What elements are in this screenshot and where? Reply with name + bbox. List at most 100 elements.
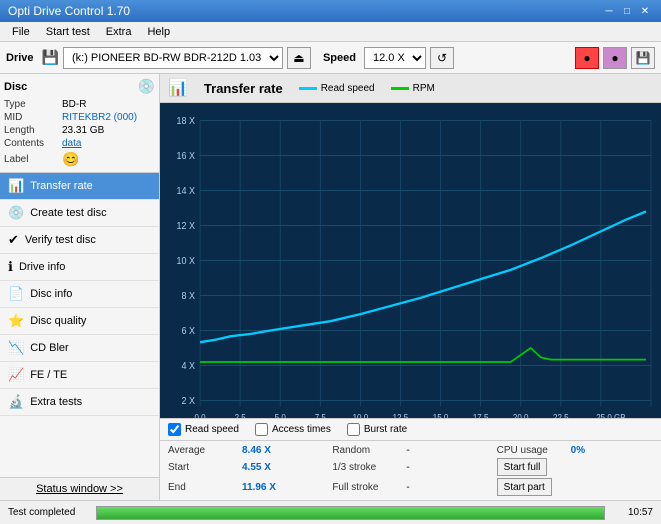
disc-mid-row: MID RITEKBR2 (000) [4, 112, 155, 123]
svg-text:10.0: 10.0 [353, 412, 369, 418]
stat-full-stroke: Full stroke - [332, 478, 488, 496]
nav-fe-te[interactable]: 📈 FE / TE [0, 362, 159, 389]
chart-title: Transfer rate [204, 81, 283, 96]
disc-mid-val: RITEKBR2 (000) [62, 112, 137, 123]
svg-text:5.0: 5.0 [275, 412, 286, 418]
legend-rpm-label: RPM [413, 83, 435, 94]
disc-label-icon[interactable]: 😊 [62, 151, 79, 168]
nav-disc-info-label: Disc info [30, 288, 72, 300]
stat-1-3-stroke-val: - [406, 462, 446, 473]
create-test-disc-icon: 💿 [8, 205, 24, 221]
menu-help[interactable]: Help [139, 24, 178, 40]
nav-drive-info[interactable]: ℹ Drive info [0, 254, 159, 281]
disc-type-val: BD-R [62, 99, 86, 110]
minimize-button[interactable]: ─ [601, 3, 617, 19]
nav-cd-bler[interactable]: 📉 CD Bler [0, 335, 159, 362]
nav-create-test-disc[interactable]: 💿 Create test disc [0, 200, 159, 227]
speed-select[interactable]: 12.0 X [364, 47, 426, 69]
legend-rpm-color [391, 87, 409, 90]
menu-extra[interactable]: Extra [98, 24, 140, 40]
cd-bler-icon: 📉 [8, 340, 24, 356]
eject-button[interactable]: ⏏ [287, 47, 311, 69]
disc-section: Disc 💿 Type BD-R MID RITEKBR2 (000) Leng… [0, 74, 159, 173]
stat-start-full-row: Start full [497, 458, 653, 476]
start-full-button[interactable]: Start full [497, 458, 548, 476]
menu-file[interactable]: File [4, 24, 38, 40]
svg-text:14 X: 14 X [177, 185, 196, 197]
access-times-checkbox[interactable] [255, 423, 268, 436]
nav-disc-quality-label: Disc quality [30, 315, 86, 327]
progress-bar-fill [97, 507, 604, 519]
nav-fe-te-label: FE / TE [30, 369, 67, 381]
stat-end-key: End [168, 482, 238, 493]
drive-info-icon: ℹ [8, 259, 13, 275]
status-bar: Test completed 10:57 [0, 500, 661, 524]
burst-rate-checkbox-label[interactable]: Burst rate [347, 423, 407, 436]
nav-transfer-rate[interactable]: 📊 Transfer rate [0, 173, 159, 200]
stat-start-val: 4.55 X [242, 462, 282, 473]
legend-read-speed-color [299, 87, 317, 90]
read-speed-checkbox[interactable] [168, 423, 181, 436]
title-bar: Opti Drive Control 1.70 ─ □ ✕ [0, 0, 661, 22]
stat-start-key: Start [168, 462, 238, 473]
save-button[interactable]: 💾 [631, 47, 655, 69]
svg-text:16 X: 16 X [177, 150, 196, 162]
stat-1-3-stroke: 1/3 stroke - [332, 458, 488, 476]
status-time: 10:57 [613, 507, 653, 518]
burst-rate-checkbox[interactable] [347, 423, 360, 436]
window-controls: ─ □ ✕ [601, 3, 653, 19]
status-window-button[interactable]: Status window >> [0, 477, 159, 500]
stat-average-val: 8.46 X [242, 445, 282, 456]
access-times-checkbox-label[interactable]: Access times [255, 423, 331, 436]
nav-disc-info[interactable]: 📄 Disc info [0, 281, 159, 308]
stat-random-val: - [406, 445, 446, 456]
legend-read-speed: Read speed [299, 83, 375, 94]
disc-title: Disc [4, 81, 27, 93]
svg-text:2.5: 2.5 [235, 412, 246, 418]
disc-label-key: Label [4, 154, 62, 165]
access-times-checkbox-text: Access times [272, 424, 331, 435]
legend-rpm: RPM [391, 83, 435, 94]
read-speed-checkbox-text: Read speed [185, 424, 239, 435]
read-speed-checkbox-label[interactable]: Read speed [168, 423, 239, 436]
disc-header: Disc 💿 [4, 78, 155, 95]
svg-text:25.0 GB: 25.0 GB [596, 412, 626, 418]
disc-info-icon: 📄 [8, 286, 24, 302]
stat-start: Start 4.55 X [168, 458, 324, 476]
svg-text:10 X: 10 X [177, 255, 196, 267]
disc-type-row: Type BD-R [4, 99, 155, 110]
disc-section-icon: 💿 [138, 78, 155, 95]
drive-select[interactable]: (k:) PIONEER BD-RW BDR-212D 1.03 [63, 47, 283, 69]
close-button[interactable]: ✕ [637, 3, 653, 19]
nav-disc-quality[interactable]: ⭐ Disc quality [0, 308, 159, 335]
purple-button[interactable]: ● [603, 47, 627, 69]
menu-start-test[interactable]: Start test [38, 24, 98, 40]
disc-contents-val[interactable]: data [62, 138, 81, 149]
refresh-speed-button[interactable]: ↺ [430, 47, 454, 69]
stat-full-stroke-key: Full stroke [332, 482, 402, 493]
nav-verify-test-disc[interactable]: ✔ Verify test disc [0, 227, 159, 254]
app-title: Opti Drive Control 1.70 [8, 4, 130, 18]
nav-verify-test-disc-label: Verify test disc [25, 234, 96, 246]
disc-length-key: Length [4, 125, 62, 136]
nav-cd-bler-label: CD Bler [30, 342, 69, 354]
nav-extra-tests[interactable]: 🔬 Extra tests [0, 389, 159, 416]
svg-text:20.0: 20.0 [513, 412, 529, 418]
nav-items: 📊 Transfer rate 💿 Create test disc ✔ Ver… [0, 173, 159, 477]
sidebar: Disc 💿 Type BD-R MID RITEKBR2 (000) Leng… [0, 74, 160, 500]
verify-test-disc-icon: ✔ [8, 232, 19, 248]
svg-text:22.5: 22.5 [553, 412, 569, 418]
toolbar: Drive 💾 (k:) PIONEER BD-RW BDR-212D 1.03… [0, 42, 661, 74]
disc-label-row: Label 😊 [4, 151, 155, 168]
red-button[interactable]: ● [575, 47, 599, 69]
stat-average-key: Average [168, 445, 238, 456]
legend-read-speed-label: Read speed [321, 83, 375, 94]
nav-extra-tests-label: Extra tests [30, 396, 82, 408]
start-part-button[interactable]: Start part [497, 478, 552, 496]
maximize-button[interactable]: □ [619, 3, 635, 19]
stat-start-part-row: Start part [497, 478, 653, 496]
svg-text:6 X: 6 X [182, 325, 196, 337]
disc-quality-icon: ⭐ [8, 313, 24, 329]
svg-text:17.5: 17.5 [473, 412, 489, 418]
disc-contents-row: Contents data [4, 138, 155, 149]
